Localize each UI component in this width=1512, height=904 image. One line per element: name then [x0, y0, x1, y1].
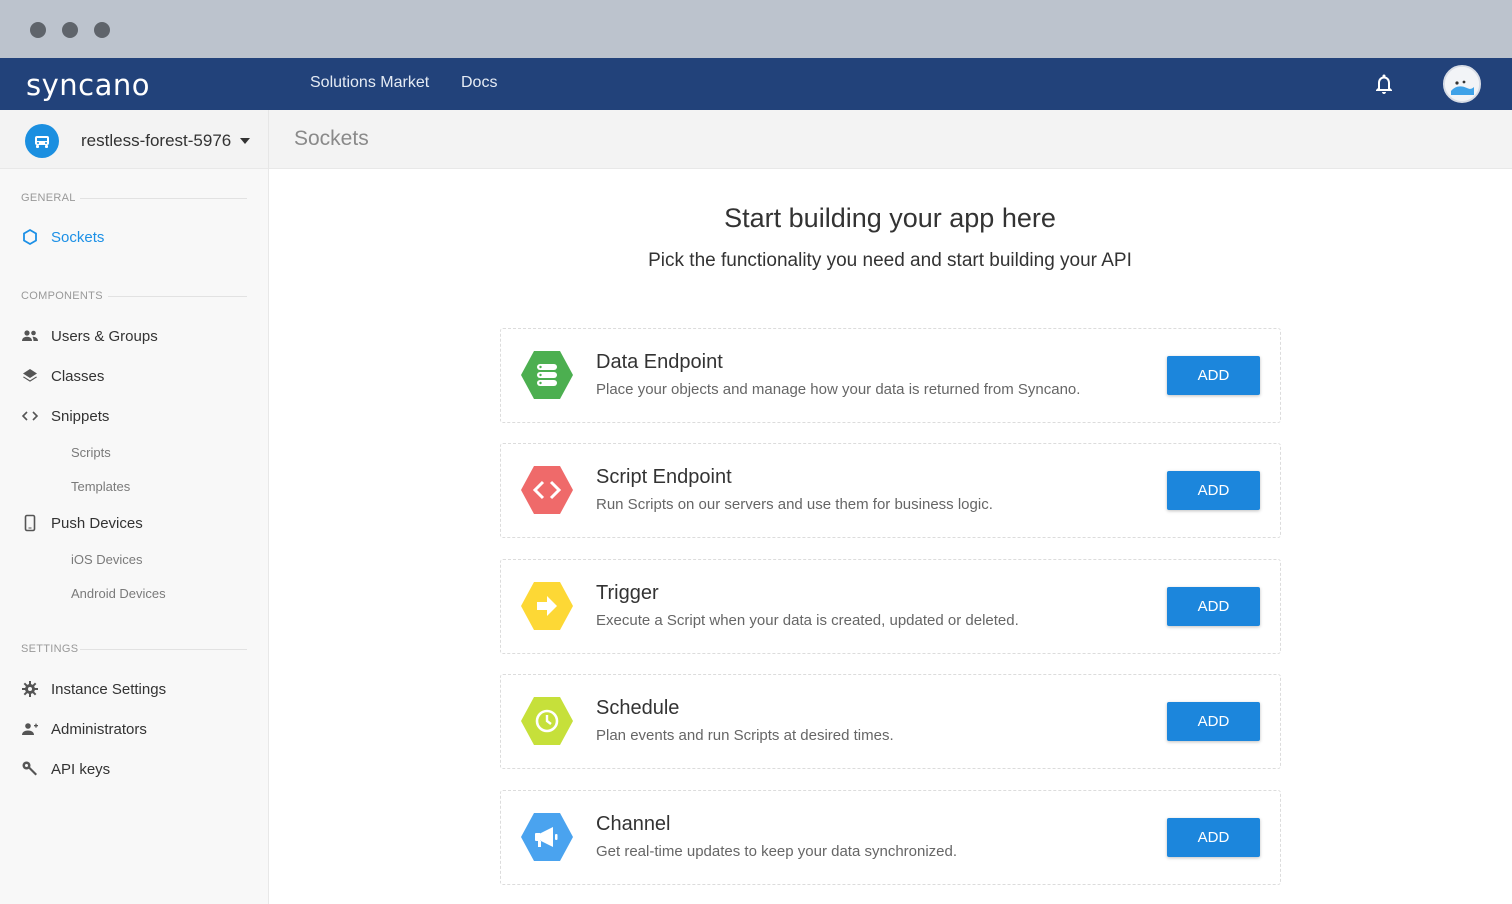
add-script-endpoint-button[interactable]: ADD	[1167, 471, 1260, 510]
nav-docs[interactable]: Docs	[461, 74, 497, 92]
card-description: Run Scripts on our servers and use them …	[596, 496, 993, 513]
gear-icon	[21, 680, 39, 698]
sidebar-subitem-android-devices[interactable]: Android Devices	[71, 586, 166, 601]
bell-icon[interactable]	[1372, 72, 1396, 96]
sidebar-item-label: Classes	[51, 367, 105, 385]
socket-card-trigger: Trigger Execute a Script when your data …	[500, 559, 1281, 654]
layers-icon	[21, 367, 39, 385]
syncano-logo[interactable]: syncano	[26, 68, 150, 102]
add-person-icon	[21, 720, 39, 738]
divider	[268, 110, 269, 169]
window-chrome	[0, 0, 1512, 58]
sidebar-subitem-scripts[interactable]: Scripts	[71, 445, 111, 460]
sidebar-subitem-templates[interactable]: Templates	[71, 479, 130, 494]
socket-card-channel: Channel Get real-time updates to keep yo…	[500, 790, 1281, 885]
sidebar: GENERAL Sockets COMPONENTS Users & Group…	[0, 169, 269, 904]
card-title: Trigger	[596, 582, 659, 604]
window-maximize-dot[interactable]	[94, 22, 110, 38]
window-minimize-dot[interactable]	[62, 22, 78, 38]
section-label-general: GENERAL	[21, 192, 76, 204]
database-icon	[521, 350, 573, 400]
clock-icon	[521, 696, 573, 746]
socket-card-schedule: Schedule Plan events and run Scripts at …	[500, 674, 1281, 769]
sidebar-item-users-groups[interactable]: Users & Groups	[21, 324, 158, 348]
hero-title: Start building your app here	[724, 203, 1056, 233]
section-label-components: COMPONENTS	[21, 290, 103, 302]
page-title: Sockets	[294, 127, 369, 150]
sidebar-item-snippets[interactable]: Snippets	[21, 404, 109, 428]
divider	[108, 296, 247, 297]
sidebar-item-label: Users & Groups	[51, 327, 158, 345]
code-icon	[21, 407, 39, 425]
sub-header: restless-forest-5976 Sockets	[0, 110, 1512, 169]
megaphone-icon	[521, 812, 573, 862]
hero-subtitle: Pick the functionality you need and star…	[648, 250, 1132, 271]
sidebar-item-label: Instance Settings	[51, 680, 167, 698]
users-icon	[21, 327, 39, 345]
card-title: Script Endpoint	[596, 466, 732, 488]
key-icon	[21, 760, 39, 778]
sidebar-item-label: Administrators	[51, 720, 147, 738]
add-data-endpoint-button[interactable]: ADD	[1167, 356, 1260, 395]
sidebar-item-instance-settings[interactable]: Instance Settings	[21, 677, 166, 701]
instance-avatar[interactable]	[25, 124, 59, 158]
sidebar-item-push-devices[interactable]: Push Devices	[21, 511, 143, 535]
divider	[80, 198, 247, 199]
card-description: Plan events and run Scripts at desired t…	[596, 727, 894, 744]
sidebar-item-api-keys[interactable]: API keys	[21, 757, 110, 781]
card-description: Execute a Script when your data is creat…	[596, 612, 1019, 629]
card-title: Data Endpoint	[596, 351, 723, 373]
instance-name[interactable]: restless-forest-5976	[81, 131, 231, 151]
sidebar-subitem-ios-devices[interactable]: iOS Devices	[71, 552, 143, 567]
hexagon-icon	[21, 228, 39, 246]
code-icon	[521, 465, 573, 515]
divider	[80, 649, 247, 650]
card-title: Channel	[596, 813, 671, 835]
top-navbar: syncano Solutions Market Docs	[0, 58, 1512, 110]
sidebar-item-label: Snippets	[51, 407, 110, 425]
window-close-dot[interactable]	[30, 22, 46, 38]
chevron-down-icon[interactable]	[240, 138, 250, 144]
socket-card-script-endpoint: Script Endpoint Run Scripts on our serve…	[500, 443, 1281, 538]
add-trigger-button[interactable]: ADD	[1167, 587, 1260, 626]
avatar[interactable]	[1443, 65, 1481, 103]
sidebar-item-administrators[interactable]: Administrators	[21, 717, 147, 741]
sidebar-item-sockets[interactable]: Sockets	[21, 225, 104, 249]
card-description: Place your objects and manage how your d…	[596, 381, 1081, 398]
phone-icon	[21, 514, 39, 532]
sidebar-item-classes[interactable]: Classes	[21, 364, 104, 388]
car-icon	[35, 136, 49, 148]
socket-card-data-endpoint: Data Endpoint Place your objects and man…	[500, 328, 1281, 423]
add-channel-button[interactable]: ADD	[1167, 818, 1260, 857]
sidebar-item-label: Sockets	[51, 228, 105, 246]
card-title: Schedule	[596, 697, 680, 719]
arrow-right-icon	[521, 581, 573, 631]
card-description: Get real-time updates to keep your data …	[596, 843, 958, 860]
nav-solutions-market[interactable]: Solutions Market	[310, 74, 429, 92]
section-label-settings: SETTINGS	[21, 643, 79, 655]
add-schedule-button[interactable]: ADD	[1167, 702, 1260, 741]
sidebar-item-label: Push Devices	[51, 514, 143, 532]
sidebar-item-label: API keys	[51, 760, 111, 778]
